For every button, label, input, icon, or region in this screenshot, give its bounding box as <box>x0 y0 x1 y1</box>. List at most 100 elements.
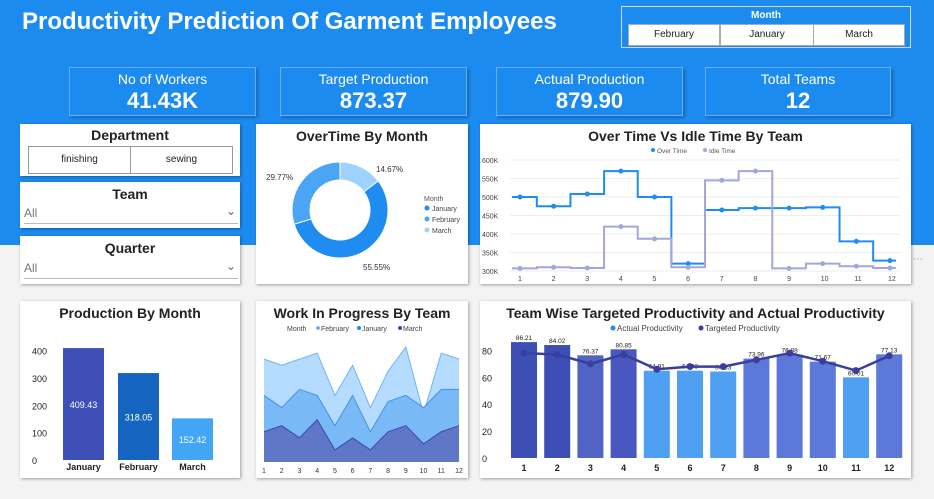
data-label: 318.05 <box>125 413 153 423</box>
data-point <box>652 236 658 242</box>
legend-marker <box>698 325 704 331</box>
x-tick-label: 4 <box>619 276 623 283</box>
kpi-actual-card: Actual Production 879.90 <box>496 67 683 116</box>
x-tick-label: 11 <box>854 276 861 283</box>
donut-chart: 14.67% 29.77% 55.55% Month January February Ma… <box>266 161 461 272</box>
x-tick-label: 2 <box>552 276 556 283</box>
x-tick-label: 5 <box>654 463 659 473</box>
data-point <box>685 264 691 270</box>
data-point <box>852 367 860 375</box>
x-tick-label: March <box>179 462 206 472</box>
x-tick-label: 4 <box>315 468 319 475</box>
x-tick-label: 12 <box>455 468 463 475</box>
y-tick-label: 400 <box>32 347 47 357</box>
data-point <box>752 356 760 364</box>
x-tick-label: 1 <box>518 276 522 283</box>
department-option-finishing[interactable]: finishing <box>28 146 131 174</box>
productivity-card: Team Wise Targeted Productivity and Actu… <box>480 301 911 478</box>
x-tick-label: 2 <box>280 468 284 475</box>
legend-item: Actual Productivity <box>617 324 683 333</box>
data-point <box>618 168 624 174</box>
y-tick-label: 20 <box>482 427 492 437</box>
data-label: 29.77% <box>266 173 293 182</box>
team-dropdown[interactable]: All ⌄ <box>24 204 238 224</box>
kpi-value: 12 <box>785 88 811 113</box>
legend-title: Month <box>287 326 307 333</box>
bar <box>876 354 903 458</box>
data-label: 76.37 <box>582 348 599 355</box>
data-point <box>887 258 893 264</box>
data-label: 55.55% <box>363 263 390 272</box>
kpi-label: Actual Production <box>534 71 645 87</box>
more-options-icon[interactable]: ⋯ <box>913 254 923 265</box>
kpi-value: 873.37 <box>339 88 408 113</box>
y-tick-label: 40 <box>482 400 492 410</box>
x-tick-label: 7 <box>720 276 724 283</box>
data-point <box>819 357 827 365</box>
legend-title: Month <box>424 196 444 203</box>
productivity-combo-chart: 02040608086.21184.02276.37380.85464.9156… <box>482 324 903 473</box>
month-slicer-label: Month <box>751 10 781 21</box>
data-point <box>653 365 661 373</box>
x-tick-label: 11 <box>851 463 861 473</box>
y-tick-label: 550K <box>482 177 499 184</box>
x-tick-label: 6 <box>686 276 690 283</box>
wip-card: Work In Progress By Team 1 2 3 4 5 6 7 8 9 10 11 12… <box>256 301 468 478</box>
x-tick-label: 9 <box>787 276 791 283</box>
series-line-idle <box>512 170 896 270</box>
data-point <box>551 264 557 270</box>
legend-marker <box>316 326 320 330</box>
legend-item: February <box>432 217 461 224</box>
kpi-workers-card: No of Workers 41.43K <box>69 67 256 116</box>
data-point <box>786 205 792 211</box>
data-point <box>584 265 590 271</box>
data-point <box>652 194 658 200</box>
data-label: 152.42 <box>179 435 207 445</box>
month-option-january[interactable]: January <box>720 24 814 46</box>
department-option-sewing[interactable]: sewing <box>130 146 233 174</box>
month-option-march[interactable]: March <box>813 24 905 46</box>
x-tick-label: 1 <box>262 468 266 475</box>
x-tick-label: 3 <box>588 463 593 473</box>
y-tick-label: 350K <box>482 251 499 258</box>
legend-item: February <box>321 326 350 333</box>
x-tick-label: 11 <box>438 468 445 475</box>
legend-item: March <box>432 228 452 235</box>
team-slicer: Team All ⌄ <box>20 182 240 228</box>
legend-marker <box>357 326 361 330</box>
y-tick-label: 300K <box>482 269 499 276</box>
data-point <box>820 204 826 210</box>
data-point <box>517 194 523 200</box>
x-tick-label: 7 <box>368 468 372 475</box>
bar <box>776 354 803 458</box>
data-point <box>752 168 758 174</box>
x-tick-label: 5 <box>653 276 657 283</box>
month-option-february[interactable]: February <box>628 24 720 46</box>
kpi-label: Total Teams <box>760 71 836 87</box>
bar <box>610 349 637 458</box>
x-tick-label: 8 <box>753 276 757 283</box>
x-tick-label: 12 <box>888 276 896 283</box>
y-tick-label: 80 <box>482 346 492 356</box>
production-bar-chart: 0 100 200 300 400 409.43 January 318.05 February… <box>32 347 213 472</box>
y-tick-label: 100 <box>32 429 47 439</box>
data-point <box>786 265 792 271</box>
x-tick-label: 2 <box>555 463 560 473</box>
kpi-label: Target Production <box>318 71 429 87</box>
bar <box>577 355 604 458</box>
x-tick-label: 8 <box>386 468 390 475</box>
kpi-value: 879.90 <box>555 88 624 113</box>
x-tick-label: 5 <box>333 468 337 475</box>
y-tick-label: 0 <box>482 454 487 464</box>
x-tick-label: 10 <box>821 276 829 283</box>
x-tick-label: 3 <box>585 276 589 283</box>
department-title: Department <box>91 127 169 143</box>
data-point <box>853 263 859 269</box>
data-point <box>752 205 758 211</box>
legend-item: January <box>432 206 457 213</box>
data-point <box>620 350 628 358</box>
data-label: 409.43 <box>70 400 98 410</box>
quarter-dropdown[interactable]: All ⌄ <box>24 259 238 279</box>
data-point <box>719 207 725 213</box>
x-tick-label: 10 <box>818 463 828 473</box>
